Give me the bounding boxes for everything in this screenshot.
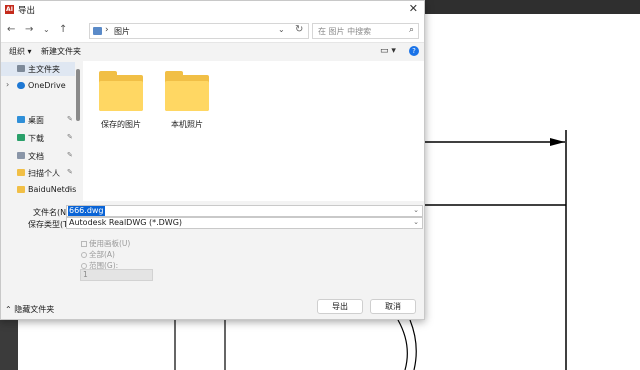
- search-icon: ⌕: [408, 25, 414, 35]
- back-arrow-icon[interactable]: ←: [7, 24, 15, 35]
- desktop-icon: [17, 116, 25, 123]
- dialog-titlebar: AI 导出 ✕: [1, 1, 424, 19]
- up-arrow-icon[interactable]: ↑: [59, 24, 67, 35]
- scrollbar-thumb[interactable]: [76, 69, 80, 121]
- close-icon[interactable]: ✕: [409, 2, 418, 15]
- range-value: 1: [83, 270, 88, 279]
- refresh-icon[interactable]: ↻: [295, 24, 303, 35]
- folder-label: 保存的图片: [101, 120, 141, 129]
- sidebar-item-baidunetdisk[interactable]: BaiduNetdis ✎: [1, 183, 76, 197]
- checkbox-box: [81, 241, 87, 247]
- search-input[interactable]: 在 图片 中搜索 ⌕: [312, 23, 419, 39]
- view-options-icon[interactable]: ▭ ▾: [380, 46, 396, 56]
- sidebar-item-label: 下载: [28, 134, 44, 143]
- dialog-title: 导出: [18, 6, 36, 16]
- address-bar[interactable]: › 图片: [89, 23, 309, 39]
- document-icon: [17, 152, 25, 159]
- pin-icon: ✎: [67, 185, 73, 193]
- radio-circle: [81, 252, 87, 258]
- sidebar-item-label: 主文件夹: [28, 65, 60, 74]
- illustrator-app-icon: AI: [5, 5, 14, 14]
- file-list-pane: 保存的图片 本机照片: [83, 61, 424, 201]
- sidebar-item-label: 桌面: [28, 116, 44, 125]
- search-placeholder: 在 图片 中搜索: [318, 27, 372, 36]
- pictures-location-icon: [93, 27, 102, 35]
- download-icon: [17, 134, 25, 141]
- pin-icon: ✎: [67, 151, 73, 159]
- chevron-up-icon: ⌃: [5, 305, 12, 314]
- sidebar-item-label: 扫描个人: [28, 169, 60, 178]
- filetype-value: Autodesk RealDWG (*.DWG): [69, 218, 183, 227]
- filetype-dropdown-chevron-icon[interactable]: ⌄: [413, 218, 419, 226]
- recent-locations-chevron-icon[interactable]: ⌄: [43, 25, 50, 34]
- hide-folders-toggle[interactable]: ⌃ 隐藏文件夹: [5, 304, 54, 315]
- sidebar-item-home[interactable]: 主文件夹: [1, 62, 75, 76]
- forward-arrow-icon[interactable]: →: [25, 24, 33, 35]
- all-label: 全部(A): [89, 250, 115, 259]
- range-input[interactable]: 1: [80, 269, 153, 281]
- folder-label: 本机照片: [171, 120, 203, 129]
- export-dialog: AI 导出 ✕ ← → ⌄ ↑ › 图片 ⌄ ↻ 在 图片 中搜索 ⌕ 组织 ▾…: [0, 0, 425, 320]
- pin-icon: ✎: [67, 115, 73, 123]
- cancel-button[interactable]: 取消: [370, 299, 416, 314]
- filename-value[interactable]: 666.dwg: [68, 206, 105, 216]
- sidebar-item-onedrive[interactable]: › OneDrive: [1, 79, 75, 93]
- folder-icon-front: [99, 81, 143, 111]
- use-artboards-label: 使用画板(U): [89, 239, 131, 248]
- breadcrumb-pictures[interactable]: 图片: [114, 26, 130, 37]
- sidebar-item-scans[interactable]: 扫描个人 ✎: [1, 166, 75, 180]
- cloud-icon: [17, 82, 25, 89]
- folder-camera-roll[interactable]: 本机照片: [149, 69, 209, 139]
- expand-chevron-icon[interactable]: ›: [6, 80, 9, 89]
- help-icon[interactable]: ?: [409, 46, 419, 56]
- navigation-scrollbar[interactable]: [76, 61, 81, 201]
- export-button[interactable]: 导出: [317, 299, 363, 314]
- folder-icon-front: [165, 81, 209, 111]
- filename-input[interactable]: 666.dwg ⌄: [66, 205, 423, 217]
- sidebar-item-label: 文档: [28, 152, 44, 161]
- pin-icon: ✎: [67, 168, 73, 176]
- new-folder-button[interactable]: 新建文件夹: [41, 46, 81, 57]
- folder-icon: [17, 169, 25, 176]
- sidebar-item-desktop[interactable]: 桌面 ✎: [1, 113, 75, 127]
- filetype-select[interactable]: Autodesk RealDWG (*.DWG) ⌄: [66, 217, 423, 229]
- filename-dropdown-chevron-icon[interactable]: ⌄: [413, 206, 419, 214]
- pin-icon: ✎: [67, 133, 73, 141]
- breadcrumb-separator: ›: [105, 25, 109, 35]
- organize-menu-button[interactable]: 组织 ▾: [9, 46, 32, 57]
- sidebar-item-documents[interactable]: 文档 ✎: [1, 149, 75, 163]
- sidebar-item-downloads[interactable]: 下载 ✎: [1, 131, 75, 145]
- hide-folders-label: 隐藏文件夹: [14, 305, 55, 314]
- navigation-bar: ← → ⌄ ↑ › 图片 ⌄ ↻ 在 图片 中搜索 ⌕: [1, 19, 424, 43]
- folder-icon: [17, 186, 25, 193]
- navigation-pane: 主文件夹 › OneDrive 桌面 ✎ 下载 ✎ 文档 ✎ 扫描个人 ✎ Ba…: [1, 61, 83, 201]
- sidebar-item-label: OneDrive: [28, 81, 66, 90]
- all-radio[interactable]: 全部(A): [81, 249, 115, 260]
- use-artboards-checkbox[interactable]: 使用画板(U): [81, 238, 130, 249]
- address-dropdown-chevron-icon[interactable]: ⌄: [278, 25, 285, 34]
- folder-saved-pictures[interactable]: 保存的图片: [83, 69, 143, 139]
- home-icon: [17, 65, 25, 72]
- command-toolbar: 组织 ▾ 新建文件夹 ▭ ▾ ?: [1, 43, 424, 61]
